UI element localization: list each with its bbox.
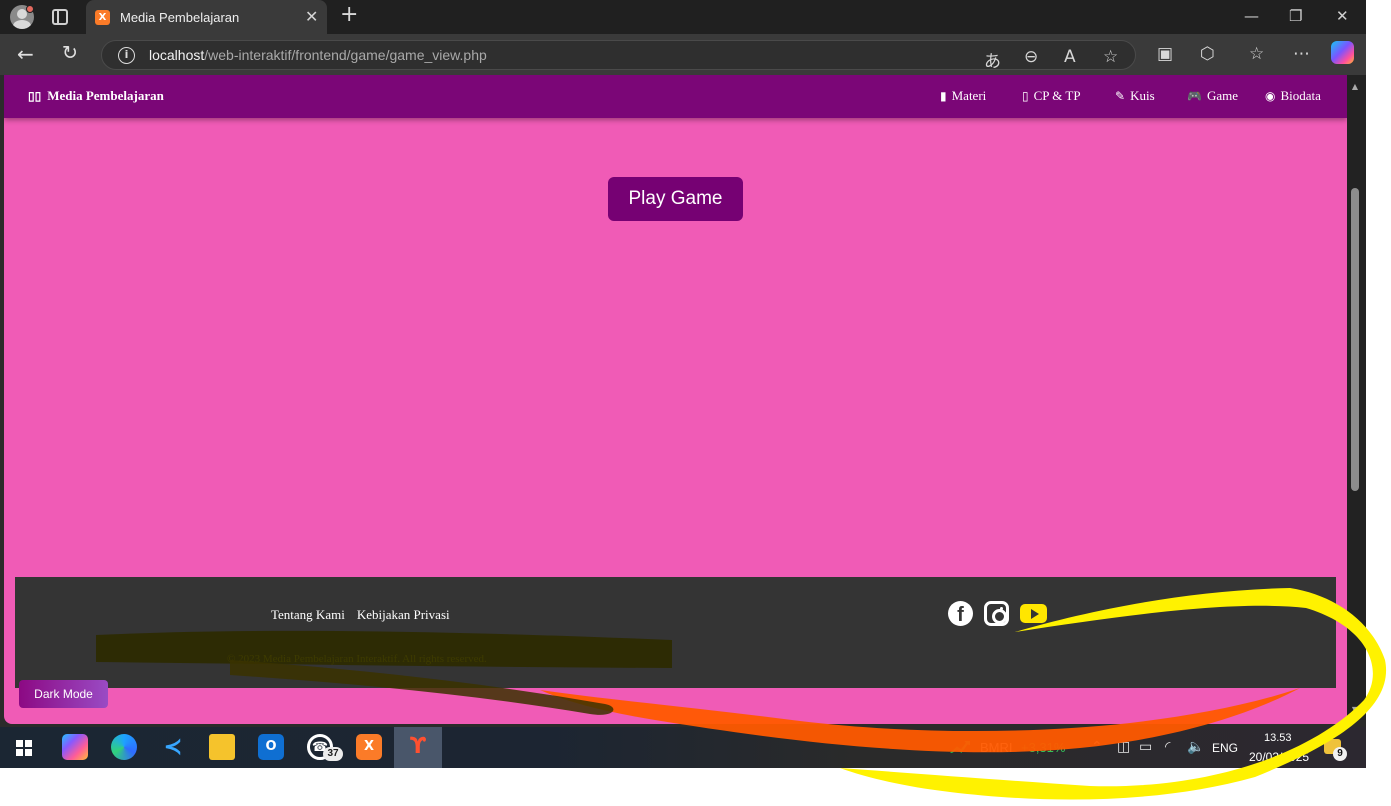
language-indicator[interactable]: ENG <box>1212 741 1238 755</box>
clock-time[interactable]: 13.53 <box>1264 732 1292 744</box>
footer-link-tentang-kami[interactable]: Tentang Kami <box>271 607 345 623</box>
volume-icon[interactable]: 🔈 <box>1187 739 1204 755</box>
url-path: /web-interaktif/frontend/game/game_view.… <box>204 47 487 63</box>
collections-icon[interactable]: ▣ <box>1157 44 1173 64</box>
youtube-icon[interactable] <box>1020 604 1047 623</box>
vscode-icon[interactable]: ≺ <box>160 734 186 760</box>
file-explorer-icon[interactable] <box>209 734 235 760</box>
back-icon[interactable]: ← <box>17 42 34 66</box>
nav-label: Kuis <box>1130 88 1155 103</box>
browser-window: X Media Pembelajaran ✕ + — ❐ ✕ ← ↻ i loc… <box>0 0 1366 727</box>
web-page: ▯▯ Media Pembelajaran ▮ Materi ▯ CP & TP ✎ K… <box>4 75 1347 724</box>
gamepad-icon: 🎮 <box>1187 89 1202 103</box>
stock-change[interactable]: +3,31% <box>1021 740 1065 755</box>
url-text[interactable]: localhost/web-interaktif/frontend/game/g… <box>149 47 487 63</box>
camera-icon[interactable]: ◫ <box>1117 739 1130 755</box>
active-tab[interactable]: X Media Pembelajaran ✕ <box>86 0 327 34</box>
extensions-icon[interactable]: ⬡ <box>1200 44 1215 64</box>
xampp-icon[interactable]: X <box>356 734 382 760</box>
favorites-icon[interactable]: ☆ <box>1249 44 1264 64</box>
windows-taskbar: ≺ O ☎ 37 X ϒ BMRI +3,31% ⌃ ◫ ▭ ◜ 🔈 ENG 1… <box>0 727 1366 768</box>
address-toolbar: ← ↻ i localhost/web-interaktif/frontend/… <box>0 34 1366 75</box>
desktop-screen: X Media Pembelajaran ✕ + — ❐ ✕ ← ↻ i loc… <box>0 0 1391 806</box>
zoom-out-icon[interactable]: ⊖ <box>1024 47 1038 67</box>
nav-label: CP & TP <box>1033 88 1081 103</box>
footer-link-kebijakan-privasi[interactable]: Kebijakan Privasi <box>357 607 450 623</box>
battery-icon[interactable]: ▭ <box>1139 739 1152 755</box>
clock-date[interactable]: 20/03/2025 <box>1249 750 1309 764</box>
url-host: localhost <box>149 47 205 63</box>
footer-links: Tentang Kami Kebijakan Privasi <box>271 607 462 623</box>
new-tab-icon[interactable]: + <box>340 4 358 26</box>
edit-icon: ✎ <box>1115 89 1126 103</box>
close-tab-icon[interactable]: ✕ <box>305 7 318 26</box>
more-icon[interactable]: ⋯ <box>1293 44 1310 64</box>
restore-icon[interactable]: ❐ <box>1289 7 1302 25</box>
profile-status-dot <box>26 5 34 13</box>
translate-icon[interactable]: あ <box>984 47 1001 72</box>
nav-cp-tp[interactable]: ▯ CP & TP <box>1022 88 1081 104</box>
site-footer: Tentang Kami Kebijakan Privasi © 2023 Med… <box>15 577 1336 688</box>
nav-game[interactable]: 🎮 Game <box>1187 88 1238 104</box>
whatsapp-badge: 37 <box>323 747 343 761</box>
tab-actions-icon[interactable] <box>52 9 68 25</box>
outlook-icon[interactable]: O <box>258 734 284 760</box>
facebook-icon[interactable]: f <box>948 601 973 626</box>
site-navbar: ▯▯ Media Pembelajaran ▮ Materi ▯ CP & TP ✎ K… <box>4 75 1347 118</box>
nav-materi[interactable]: ▮ Materi <box>940 88 986 104</box>
nav-label: Biodata <box>1280 88 1321 103</box>
user-circle-icon: ◉ <box>1265 89 1276 103</box>
book-icon: ▮ <box>940 89 947 103</box>
nav-kuis[interactable]: ✎ Kuis <box>1115 88 1155 104</box>
stock-name[interactable]: BMRI <box>980 740 1013 755</box>
wifi-icon[interactable]: ◜ <box>1165 739 1170 755</box>
copilot-icon[interactable] <box>62 734 88 760</box>
scroll-thumb[interactable] <box>1351 188 1359 491</box>
favorite-star-icon[interactable]: ☆ <box>1103 47 1118 67</box>
brand-text: Media Pembelajaran <box>47 88 164 103</box>
windows-start-icon[interactable] <box>16 740 32 756</box>
copilot-icon[interactable] <box>1331 41 1354 64</box>
scroll-down-icon[interactable]: ▼ <box>1349 705 1361 714</box>
brand-link[interactable]: ▯▯ Media Pembelajaran <box>28 88 164 104</box>
notification-count: 9 <box>1333 747 1347 761</box>
xampp-icon: X <box>95 10 110 25</box>
site-info-icon[interactable]: i <box>118 47 135 64</box>
instagram-icon[interactable] <box>984 601 1009 626</box>
dark-mode-button[interactable]: Dark Mode <box>19 680 108 708</box>
minimize-icon[interactable]: — <box>1244 7 1259 25</box>
tab-title: Media Pembelajaran <box>120 10 240 25</box>
play-game-button[interactable]: Play Game <box>608 177 743 221</box>
nav-label: Materi <box>951 88 987 103</box>
address-bar[interactable]: i localhost/web-interaktif/frontend/game… <box>101 40 1136 72</box>
nav-biodata[interactable]: ◉ Biodata <box>1265 88 1321 104</box>
chevron-up-icon[interactable]: ⌃ <box>1091 739 1103 755</box>
app-icon[interactable]: ϒ <box>405 734 431 760</box>
edge-icon[interactable] <box>111 734 137 760</box>
stock-up-icon <box>950 741 970 753</box>
close-window-icon[interactable]: ✕ <box>1336 7 1349 25</box>
clipboard-icon: ▯ <box>1022 89 1029 103</box>
tab-bar: X Media Pembelajaran ✕ + — ❐ ✕ <box>0 0 1366 34</box>
read-aloud-icon[interactable]: A <box>1064 47 1076 67</box>
refresh-icon[interactable]: ↻ <box>62 42 78 64</box>
copyright-text: © 2023 Media Pembelajaran Interaktif. Al… <box>227 653 487 665</box>
nav-label: Game <box>1206 88 1238 103</box>
book-open-icon: ▯▯ <box>28 89 42 103</box>
scroll-up-icon[interactable]: ▲ <box>1349 82 1361 91</box>
